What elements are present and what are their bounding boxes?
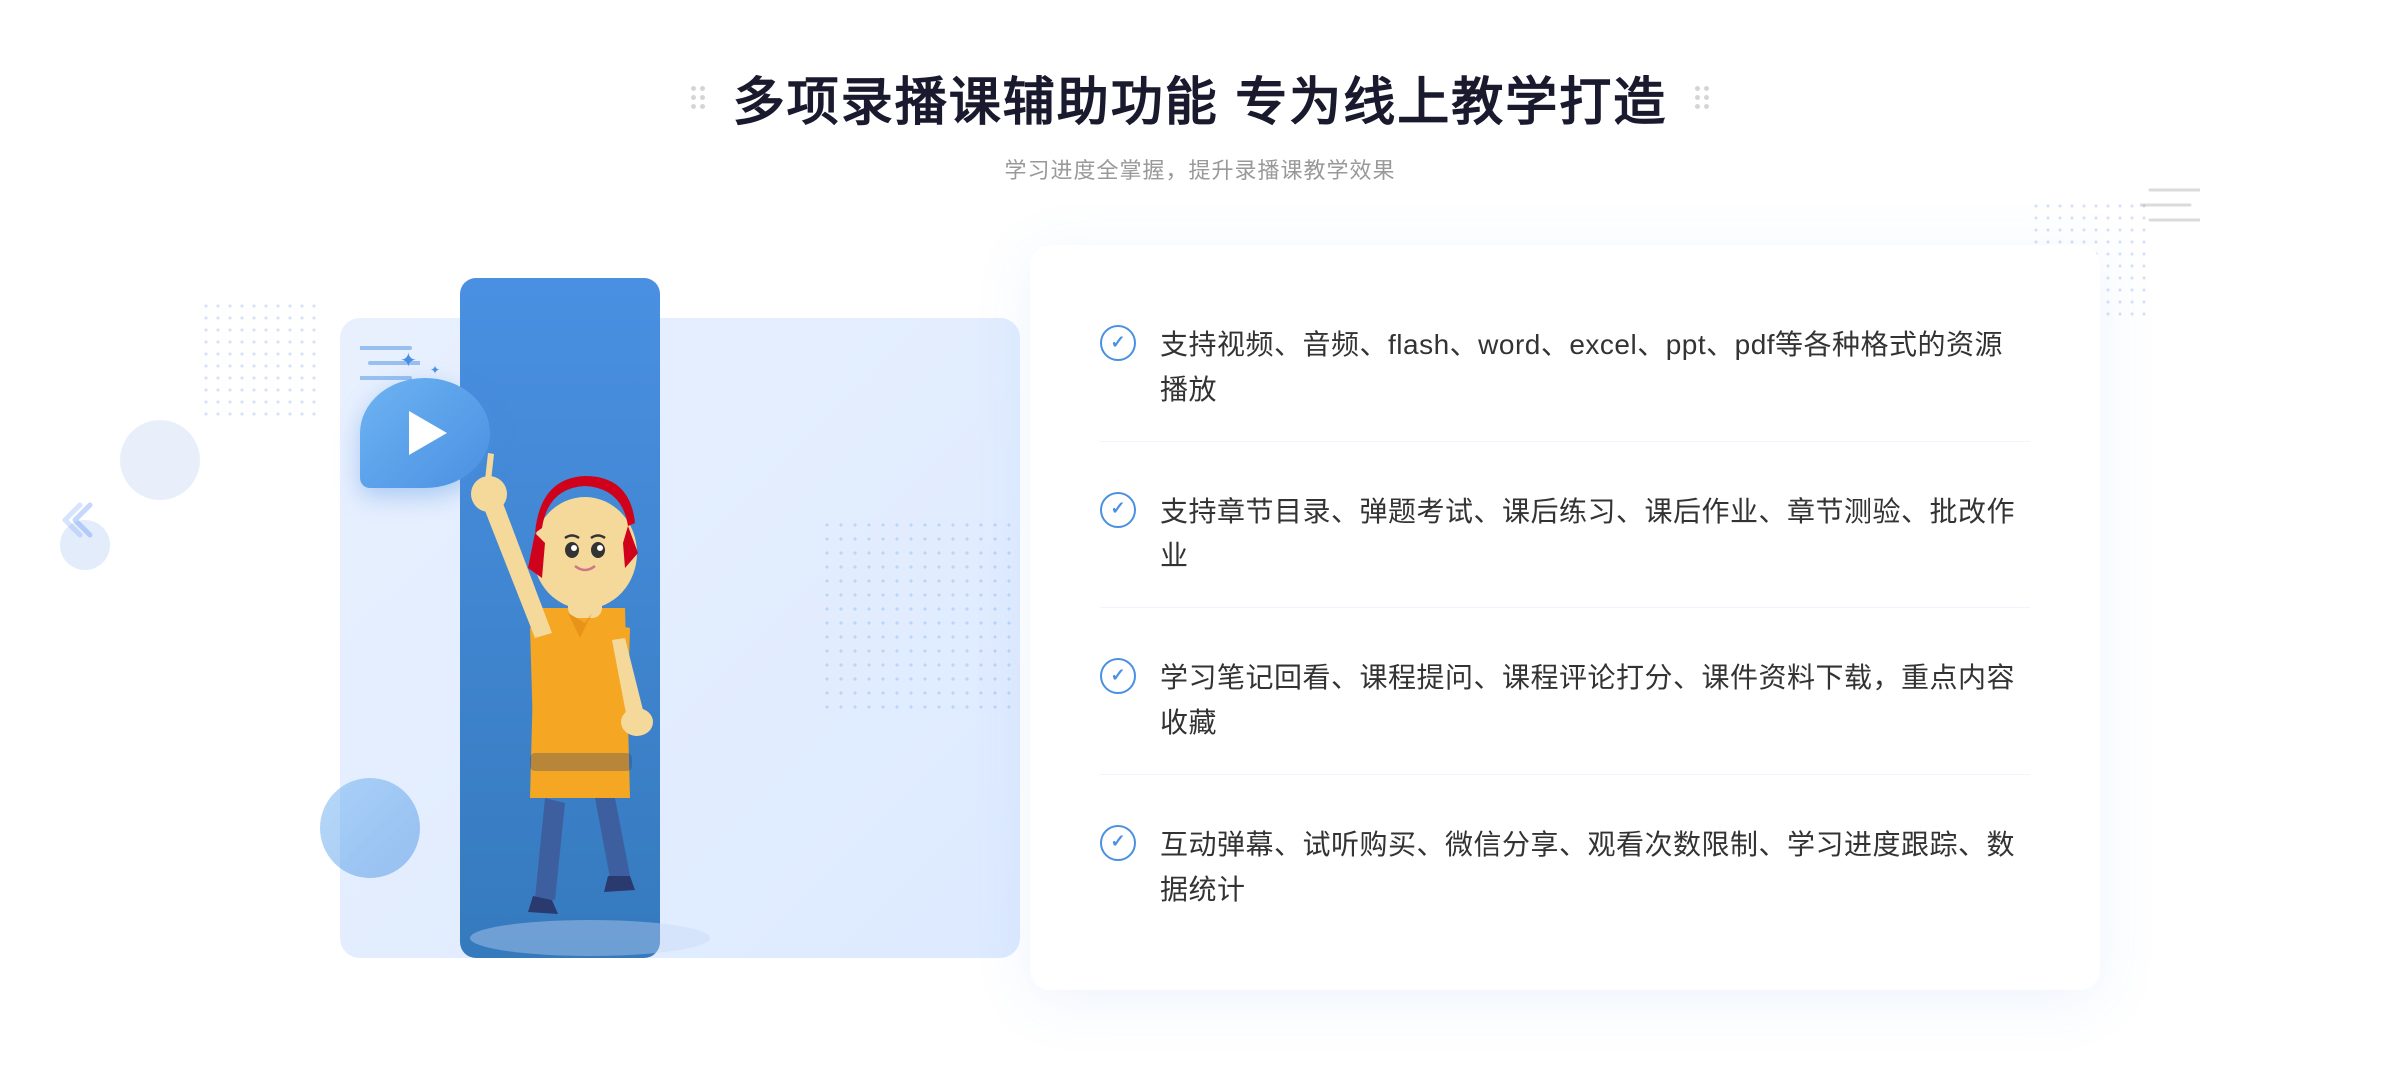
feature-text-1: 支持视频、音频、flash、word、excel、ppt、pdf等各种格式的资源…: [1160, 323, 2030, 413]
feature-text-4: 互动弹幕、试听购买、微信分享、观看次数限制、学习进度跟踪、数据统计: [1160, 823, 2030, 913]
dots-right-icon: [1695, 86, 1709, 109]
check-icon-2: ✓: [1100, 492, 1136, 528]
feature-item-1: ✓ 支持视频、音频、flash、word、excel、ppt、pdf等各种格式的…: [1100, 295, 2030, 442]
features-panel: ✓ 支持视频、音频、flash、word、excel、ppt、pdf等各种格式的…: [1030, 245, 2100, 990]
feature-text-2: 支持章节目录、弹题考试、课后练习、课后作业、章节测验、批改作业: [1160, 490, 2030, 580]
illustration-panel: ✦ ✦: [300, 278, 1000, 958]
feature-text-3: 学习笔记回看、课程提问、课程评论打分、课件资料下载，重点内容收藏: [1160, 656, 2030, 746]
header-section: 多项录播课辅助功能 专为线上教学打造 学习进度全掌握，提升录播课教学效果: [0, 60, 2400, 185]
feature-item-4: ✓ 互动弹幕、试听购买、微信分享、观看次数限制、学习进度跟踪、数据统计: [1100, 795, 2030, 941]
check-icon-1: ✓: [1100, 325, 1136, 361]
page-title: 多项录播课辅助功能 专为线上教学打造: [733, 60, 1667, 135]
chevron-left-icon: [60, 500, 110, 549]
right-dots-decoration: [2140, 180, 2200, 235]
main-content: ✦ ✦: [300, 245, 2100, 990]
dot-pattern: [820, 518, 1020, 718]
character-illustration: [380, 358, 800, 958]
check-icon-4: ✓: [1100, 825, 1136, 861]
circle-decoration-1: [120, 420, 200, 500]
feature-item-3: ✓ 学习笔记回看、课程提问、课程评论打分、课件资料下载，重点内容收藏: [1100, 628, 2030, 775]
check-icon-3: ✓: [1100, 658, 1136, 694]
dots-left-icon: [691, 86, 705, 109]
page-subtitle: 学习进度全掌握，提升录播课教学效果: [0, 153, 2400, 185]
feature-item-2: ✓ 支持章节目录、弹题考试、课后练习、课后作业、章节测验、批改作业: [1100, 462, 2030, 609]
header-title-row: 多项录播课辅助功能 专为线上教学打造: [691, 60, 1709, 135]
